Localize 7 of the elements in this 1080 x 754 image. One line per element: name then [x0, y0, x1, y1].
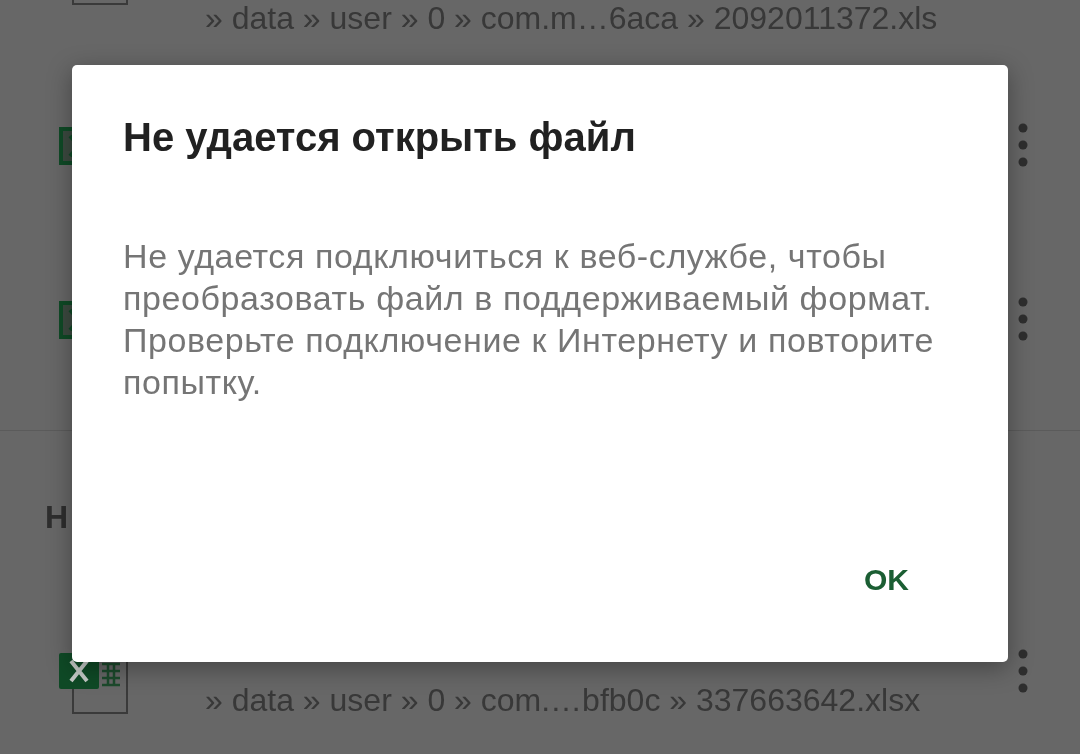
more-options-icon[interactable] [1018, 123, 1028, 167]
dialog-button[interactable]: OK [844, 548, 929, 612]
dialog-message: Не удается подключиться к веб-службе, чтобы преобразовать файл в поддерживаемый формат. Проверьте подключение к Интернету и повторите попытку. [123, 236, 936, 403]
more-options-icon[interactable] [1018, 649, 1028, 693]
more-options-icon[interactable] [1018, 297, 1028, 341]
section-header: Н [45, 499, 69, 535]
dialog-title: Не удается открыть файл [123, 114, 636, 160]
